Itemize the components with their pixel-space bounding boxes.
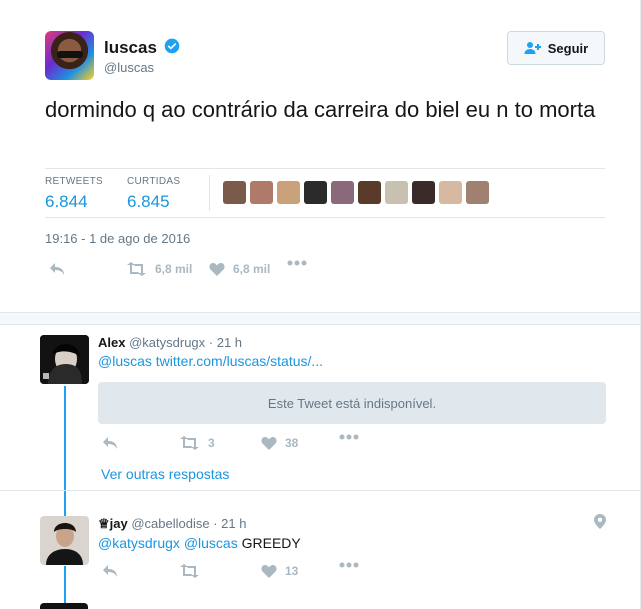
reply-icon (103, 565, 117, 577)
reply-time[interactable]: · 21 h (209, 335, 242, 350)
more-replies-link[interactable]: Ver outras respostas (101, 466, 229, 482)
tweet-actions: 6,8 mil 6,8 mil (45, 260, 605, 282)
reply-icon (50, 263, 64, 275)
tweet-permalink-card: luscas @luscas Seguir dormindo q ao cont… (0, 0, 640, 609)
retweet-button[interactable]: 3 (179, 436, 215, 450)
reply-time[interactable]: · 21 h (213, 516, 246, 531)
liker-avatar[interactable] (304, 181, 327, 204)
location-pin-icon[interactable] (594, 514, 606, 529)
heart-icon (261, 437, 277, 450)
reply-header: ♕jay @cabellodise · 21 h (98, 516, 246, 532)
verified-badge-icon (164, 38, 180, 54)
reply-author-handle[interactable]: @cabellodise (131, 516, 209, 531)
stats-divider (209, 175, 210, 211)
section-separator (0, 312, 640, 325)
like-count: 38 (285, 436, 299, 450)
reply-button[interactable] (102, 564, 119, 578)
retweets-label: RETWEETS (45, 176, 103, 187)
main-tweet: luscas @luscas Seguir dormindo q ao cont… (0, 0, 640, 312)
tweet-timestamp[interactable]: 19:16 - 1 de ago de 2016 (45, 231, 190, 246)
retweets-stat[interactable]: RETWEETS 6.844 (45, 176, 103, 212)
retweet-button[interactable]: 6,8 mil (126, 262, 192, 276)
like-button[interactable]: 38 (261, 436, 298, 450)
retweet-button[interactable] (179, 564, 208, 578)
author-handle[interactable]: @luscas (104, 60, 154, 75)
follow-label: Seguir (547, 40, 589, 56)
more-dots-icon (339, 562, 359, 568)
likes-value: 6.845 (127, 192, 170, 211)
reply-avatar[interactable] (40, 335, 89, 384)
liker-avatar[interactable] (412, 181, 435, 204)
mention-link[interactable]: @luscas (98, 353, 152, 369)
liker-avatar[interactable] (250, 181, 273, 204)
reply-button[interactable] (102, 436, 119, 450)
like-button[interactable]: 13 (261, 564, 298, 578)
mention-link[interactable]: @katysdrugx (98, 535, 180, 551)
mention-link[interactable]: @luscas (184, 535, 238, 551)
retweets-value: 6.844 (45, 192, 88, 211)
retweet-count: 6,8 mil (155, 262, 193, 276)
reply-author-name[interactable]: ♕jay (98, 516, 128, 531)
like-count: 13 (285, 564, 299, 578)
reply-actions: 13 (98, 562, 640, 584)
author-name[interactable]: luscas (104, 38, 157, 58)
like-button[interactable]: 6,8 mil (209, 262, 270, 276)
reply-avatar[interactable] (40, 516, 89, 565)
liker-avatar[interactable] (223, 181, 246, 204)
heart-icon (209, 263, 225, 276)
likes-label: CURTIDAS (127, 176, 181, 187)
liker-avatar[interactable] (385, 181, 408, 204)
tweet-text: dormindo q ao contrário da carreira do b… (45, 97, 596, 122)
reply-icon (103, 437, 117, 449)
reply-author-handle[interactable]: @katysdrugx (129, 335, 205, 350)
thread-line (64, 386, 66, 516)
likers-list (223, 181, 489, 204)
liker-avatar[interactable] (439, 181, 462, 204)
reply-text: @luscas twitter.com/luscas/status/... (98, 353, 323, 369)
liker-avatar[interactable] (466, 181, 489, 204)
more-dots-icon (287, 260, 307, 266)
likes-stat[interactable]: CURTIDAS 6.845 (127, 176, 180, 212)
status-link[interactable]: twitter.com/luscas/status/... (156, 353, 323, 369)
more-button[interactable] (339, 562, 359, 568)
retweet-icon (180, 436, 199, 450)
reply-body: GREEDY (241, 535, 301, 551)
tweet-stats: RETWEETS 6.844 CURTIDAS 6.845 (45, 168, 605, 218)
reply-button[interactable] (49, 262, 66, 276)
liker-avatar[interactable] (358, 181, 381, 204)
next-reply-avatar[interactable] (40, 603, 88, 609)
author-avatar[interactable] (45, 31, 94, 80)
reply-header: Alex @katysdrugx · 21 h (98, 335, 242, 350)
follow-button[interactable]: Seguir (507, 31, 605, 65)
liker-avatar[interactable] (331, 181, 354, 204)
retweet-icon (180, 564, 199, 578)
heart-icon (261, 565, 277, 578)
add-user-icon (524, 42, 541, 54)
retweet-count: 3 (208, 436, 215, 450)
reply-actions: 3 38 (98, 434, 640, 456)
reply-text: @katysdrugx @luscas GREEDY (98, 535, 301, 551)
reply-divider (0, 490, 640, 491)
liker-avatar[interactable] (277, 181, 300, 204)
more-button[interactable] (339, 434, 359, 440)
reply-author-name[interactable]: Alex (98, 335, 125, 350)
more-button[interactable] (287, 260, 307, 266)
like-count: 6,8 mil (233, 262, 271, 276)
retweet-icon (127, 262, 146, 276)
unavailable-tweet-notice: Este Tweet está indisponível. (98, 382, 606, 424)
more-dots-icon (339, 434, 359, 440)
